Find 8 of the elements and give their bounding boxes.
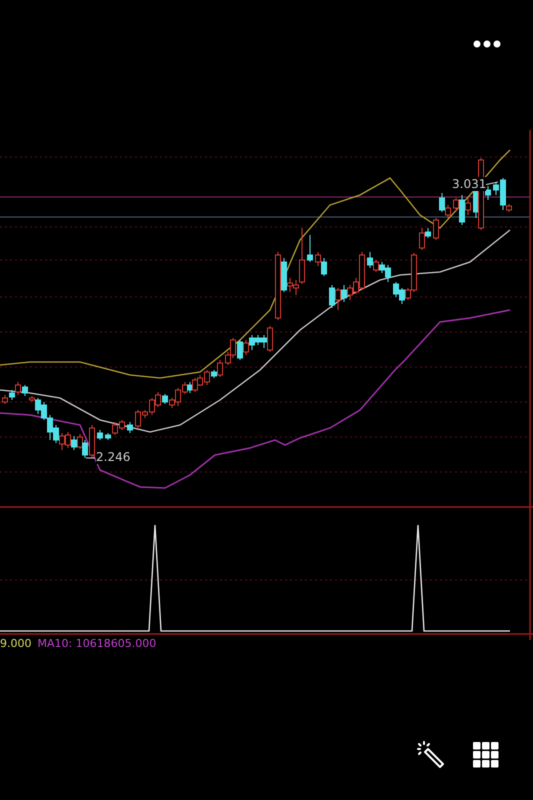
high-price-label: 3.031 <box>452 177 486 191</box>
volume-value: 9.000 <box>0 636 32 650</box>
ma10-value: MA10: 10618605.000 <box>38 636 156 650</box>
magic-wand-icon[interactable] <box>415 740 445 770</box>
leader-line <box>484 182 498 186</box>
low-price-label: 2.246 <box>96 450 130 464</box>
more-icon[interactable] <box>473 40 501 48</box>
grid-icon[interactable] <box>473 740 499 770</box>
